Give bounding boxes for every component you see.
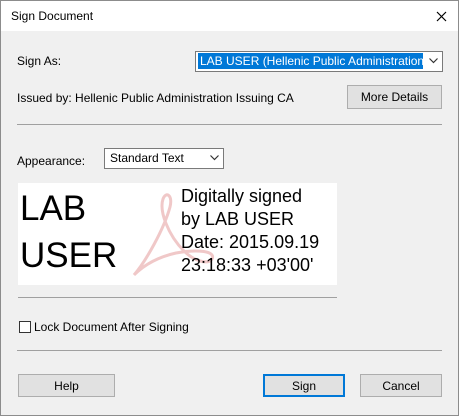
appearance-dropdown[interactable]: Standard Text <box>104 148 224 169</box>
chevron-down-icon <box>429 58 438 64</box>
close-icon <box>436 11 446 21</box>
sign-as-dropdown[interactable]: LAB USER (Hellenic Public Administration… <box>195 51 443 72</box>
signature-detail-line: by LAB USER <box>181 209 295 229</box>
signature-detail-line: Date: 2015.09.19 <box>181 232 320 252</box>
sign-button[interactable]: Sign <box>263 374 345 397</box>
signature-details: Digitally signed by LAB USER Date: 2015.… <box>181 185 319 277</box>
signature-preview: LAB USER Digitally signed by LAB USER Da… <box>18 183 337 285</box>
divider-bottom <box>17 350 442 351</box>
more-details-button[interactable]: More Details <box>347 85 442 109</box>
lock-document-checkbox[interactable] <box>19 321 31 333</box>
signature-detail-line: Digitally signed <box>181 186 303 206</box>
appearance-selected-value: Standard Text <box>110 151 184 165</box>
sign-as-dropdown-arrow[interactable] <box>425 52 442 70</box>
lock-document-label[interactable]: Lock Document After Signing <box>34 320 189 334</box>
issued-by-text: Issued by: Hellenic Public Administratio… <box>17 91 294 105</box>
appearance-dropdown-arrow[interactable] <box>206 149 223 167</box>
signature-detail-line: 23:18:33 +03'00' <box>181 255 314 275</box>
sign-document-dialog: Sign Document Sign As: LAB USER (Helleni… <box>0 0 459 416</box>
window-title: Sign Document <box>11 9 94 23</box>
signature-name-line2: USER <box>20 236 118 275</box>
title-bar: Sign Document <box>1 1 458 31</box>
chevron-down-icon <box>210 155 219 161</box>
signature-name-line1: LAB <box>20 189 87 228</box>
appearance-label: Appearance: <box>17 154 86 168</box>
divider-top <box>17 124 442 125</box>
help-button[interactable]: Help <box>18 374 115 397</box>
divider-middle <box>18 297 337 298</box>
cancel-button[interactable]: Cancel <box>360 374 442 397</box>
close-button[interactable] <box>424 1 458 31</box>
sign-as-label: Sign As: <box>17 54 62 68</box>
sign-as-selected-value: LAB USER (Hellenic Public Administration… <box>198 53 423 69</box>
